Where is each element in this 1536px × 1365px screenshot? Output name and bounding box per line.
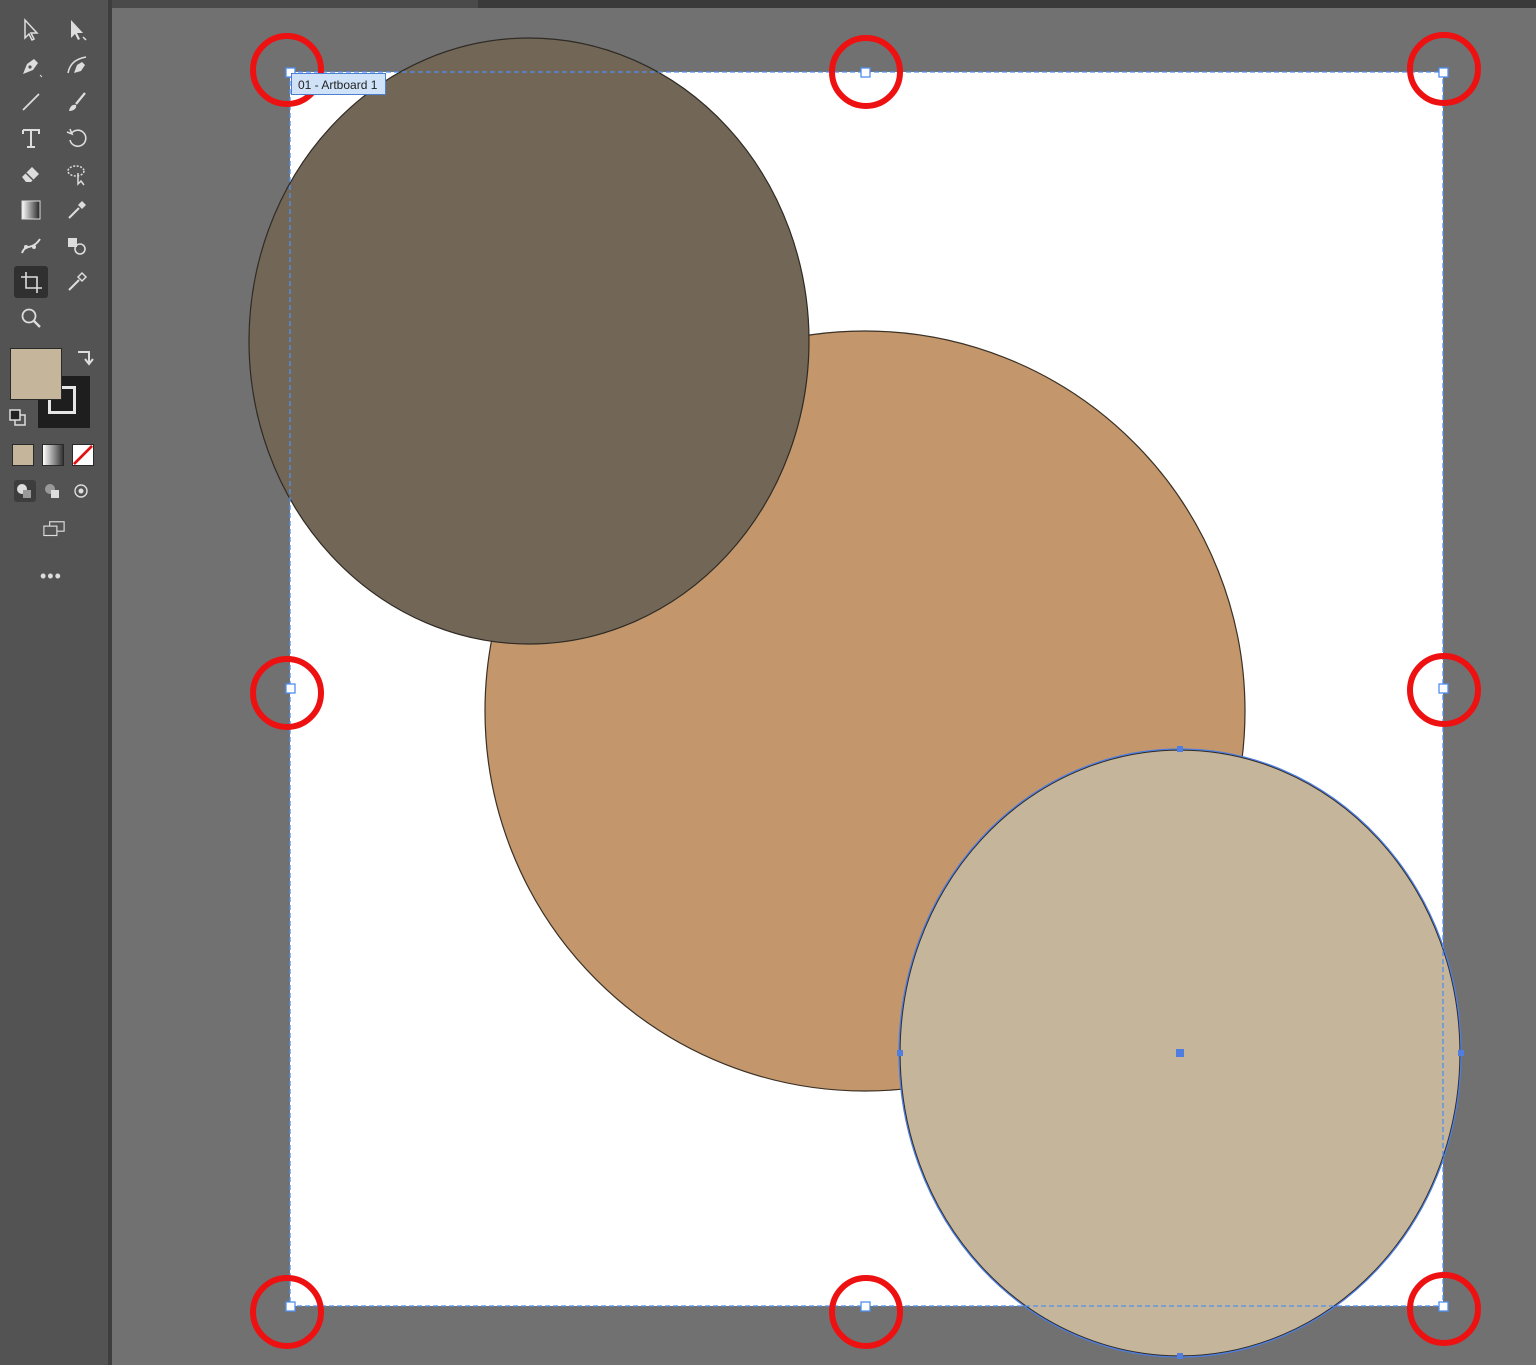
gradient-tool[interactable] xyxy=(14,194,48,226)
selection-arrow-icon xyxy=(24,18,39,42)
eyedropper-tool[interactable] xyxy=(60,194,94,226)
lasso-tool[interactable] xyxy=(60,158,94,190)
selection-tool[interactable] xyxy=(14,14,48,46)
artboard-icon xyxy=(21,272,42,293)
draw-behind-icon xyxy=(45,484,59,498)
artboard-tool[interactable] xyxy=(14,266,48,298)
eraser-tool[interactable] xyxy=(14,158,48,190)
swap-arrow-icon xyxy=(78,351,94,366)
type-tool[interactable] xyxy=(14,122,48,154)
screen-mode-icon xyxy=(43,521,65,537)
screen-mode-button[interactable] xyxy=(36,514,72,544)
edit-toolbar-button[interactable]: ••• xyxy=(40,566,62,587)
zoom-magnifier-icon xyxy=(21,308,41,328)
eyedropper-icon xyxy=(68,201,86,219)
dark-circle[interactable] xyxy=(248,37,810,645)
lasso-icon xyxy=(67,165,85,186)
shape-builder-icon xyxy=(68,238,86,255)
shape-builder-tool[interactable] xyxy=(60,230,94,262)
default-colors-button[interactable] xyxy=(6,406,28,428)
pen-icon xyxy=(23,59,43,78)
draw-behind-button[interactable] xyxy=(40,478,66,504)
top-bar xyxy=(112,0,1536,8)
curvature-pen-icon xyxy=(67,56,87,74)
paintbrush-icon xyxy=(69,92,86,111)
swap-fill-stroke-button[interactable] xyxy=(72,344,98,370)
draw-normal-icon xyxy=(14,480,36,502)
paintbrush-tool[interactable] xyxy=(60,86,94,118)
direct-selection-arrow-icon xyxy=(71,20,87,41)
eyedropper-tool-2[interactable] xyxy=(60,266,94,298)
document-tab[interactable] xyxy=(112,0,478,8)
beige-circle-selected[interactable] xyxy=(899,749,1461,1357)
line-segment-icon xyxy=(22,93,40,111)
gradient-mode-button[interactable] xyxy=(42,444,64,466)
default-colors-icon xyxy=(9,409,26,426)
direct-selection-tool[interactable] xyxy=(60,14,94,46)
curvature-tool[interactable] xyxy=(60,50,94,82)
rotate-icon xyxy=(66,128,87,147)
gradient-icon xyxy=(21,200,41,220)
color-mode-button[interactable] xyxy=(12,444,34,466)
draw-inside-button[interactable] xyxy=(68,478,94,504)
zoom-tool[interactable] xyxy=(14,302,48,334)
draw-normal-button[interactable] xyxy=(12,478,38,504)
fill-swatch[interactable] xyxy=(10,348,62,400)
rotate-tool[interactable] xyxy=(60,122,94,154)
type-icon xyxy=(22,129,40,148)
line-tool[interactable] xyxy=(14,86,48,118)
none-mode-button[interactable] xyxy=(72,444,94,466)
eyedropper-icon xyxy=(68,271,88,291)
eraser-icon xyxy=(22,167,39,182)
puppet-warp-tool[interactable] xyxy=(14,230,48,262)
tools-panel: ••• xyxy=(0,0,109,1365)
draw-inside-icon xyxy=(74,484,88,498)
pen-tool[interactable] xyxy=(14,50,48,82)
puppet-warp-icon xyxy=(21,238,41,254)
none-slash-icon xyxy=(73,445,93,465)
artboard-name-label[interactable]: 01 - Artboard 1 xyxy=(291,73,387,95)
